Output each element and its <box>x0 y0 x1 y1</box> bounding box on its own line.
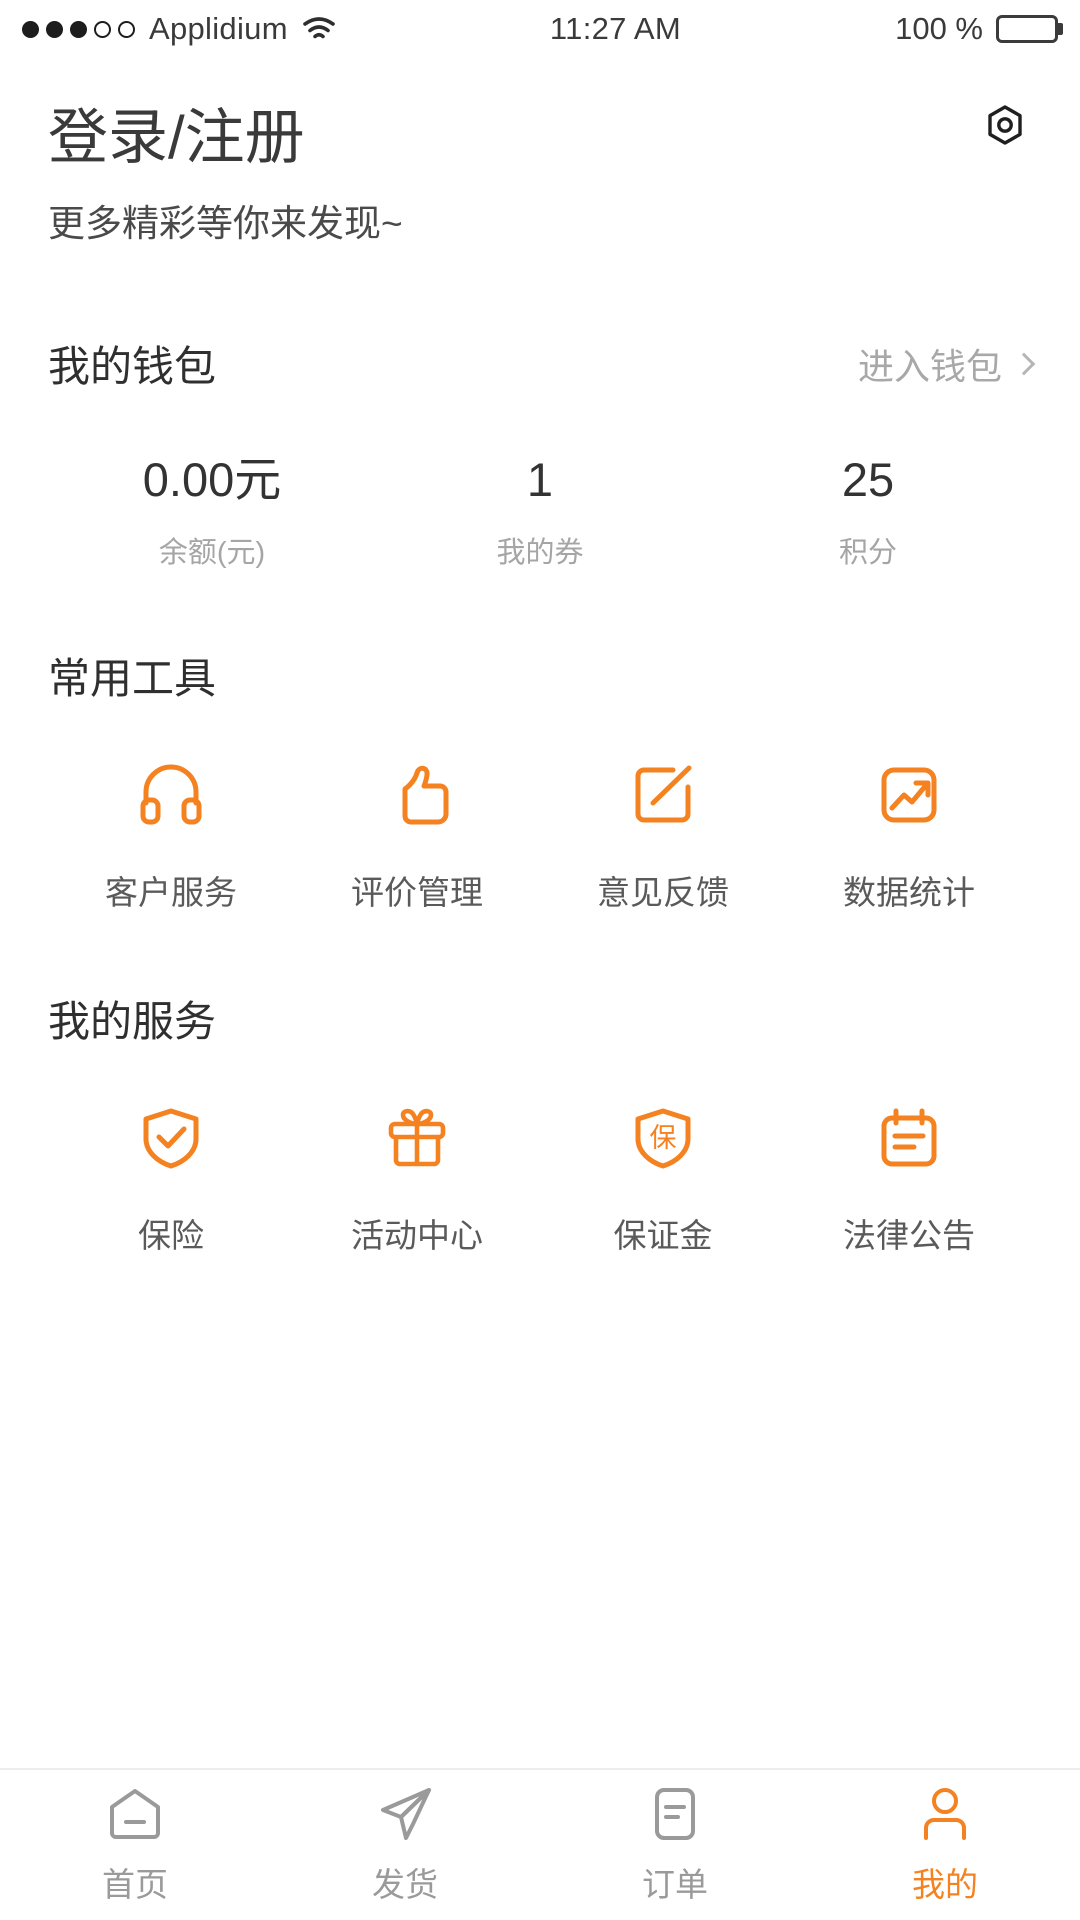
stat-label: 积分 <box>838 537 897 570</box>
trend-chart-icon <box>866 752 952 838</box>
signal-dot <box>70 20 87 38</box>
tool-item-review-management[interactable]: 评价管理 <box>294 752 540 914</box>
tool-item-feedback[interactable]: 意见反馈 <box>540 752 786 914</box>
page-title[interactable]: 登录/注册 <box>48 104 1032 171</box>
shield-bao-icon: 保 <box>620 1095 706 1181</box>
page-subtitle: 更多精彩等你来发现~ <box>48 203 403 245</box>
signal-dot <box>118 20 135 38</box>
battery-full-icon <box>996 15 1063 43</box>
status-bar-right: 100 % <box>895 11 1063 47</box>
svg-text:保: 保 <box>650 1123 677 1153</box>
battery-percent: 100 % <box>895 11 983 46</box>
signal-dot <box>46 20 63 38</box>
wallet-stat-balance[interactable]: 0.00元 余额(元) <box>48 456 376 571</box>
settings-hex-icon[interactable] <box>976 96 1034 154</box>
tools-grid: 客户服务 评价管理 意见反馈 数据统计 <box>48 752 1032 914</box>
tab-label: 发货 <box>372 1866 438 1903</box>
user-icon <box>915 1784 975 1844</box>
services-title: 我的服务 <box>48 998 217 1046</box>
service-label: 保证金 <box>613 1217 713 1255</box>
wallet-stats: 0.00元 余额(元) 1 我的券 25 积分 <box>48 456 1032 571</box>
wallet-header: 我的钱包 进入钱包 <box>48 333 1036 394</box>
tool-item-data-statistics[interactable]: 数据统计 <box>786 752 1032 914</box>
signal-strength-dots <box>22 20 135 38</box>
tab-home[interactable]: 首页 <box>0 1784 270 1906</box>
tool-label: 评价管理 <box>351 874 483 912</box>
services-grid: 保险 活动中心 保 保证金 法律公告 <box>48 1095 1032 1257</box>
stat-value: 25 <box>841 453 895 507</box>
profile-screen: Applidium 11:27 AM 100 % 登录/注册 更多精彩等你来发现… <box>0 0 1080 1920</box>
service-label: 保险 <box>138 1217 204 1255</box>
signal-dot <box>22 20 39 38</box>
tab-mine[interactable]: 我的 <box>810 1784 1080 1906</box>
tool-item-customer-service[interactable]: 客户服务 <box>48 752 294 914</box>
paper-plane-icon <box>375 1784 435 1844</box>
clock: 11:27 AM <box>549 11 681 46</box>
wallet-stat-coupons[interactable]: 1 我的券 <box>376 456 704 571</box>
tab-label: 订单 <box>642 1866 708 1903</box>
wifi-icon <box>302 16 336 42</box>
service-item-activity-center[interactable]: 活动中心 <box>294 1095 540 1257</box>
tools-section: 常用工具 客户服务 评价管理 意见反馈 数据统计 <box>0 645 1080 914</box>
tab-label: 我的 <box>912 1866 978 1903</box>
service-item-deposit[interactable]: 保 保证金 <box>540 1095 786 1257</box>
stat-value: 1 <box>526 453 554 507</box>
enter-wallet-button[interactable]: 进入钱包 <box>857 338 1036 390</box>
service-label: 法律公告 <box>843 1217 975 1255</box>
order-doc-icon <box>645 1784 705 1844</box>
signal-dot <box>94 20 111 38</box>
tab-shipping[interactable]: 发货 <box>270 1784 540 1906</box>
home-icon <box>105 1784 165 1844</box>
bottom-tab-bar: 首页 发货 订单 我的 <box>0 1768 1080 1920</box>
service-label: 活动中心 <box>351 1217 483 1255</box>
wallet-title: 我的钱包 <box>48 343 217 391</box>
status-bar: Applidium 11:27 AM 100 % <box>0 0 1080 58</box>
tool-label: 意见反馈 <box>597 874 729 912</box>
tool-label: 数据统计 <box>843 874 975 912</box>
service-item-legal-notice[interactable]: 法律公告 <box>786 1095 1032 1257</box>
stat-value: 0.00元 <box>142 453 282 507</box>
headphones-icon <box>128 752 214 838</box>
stat-label: 我的券 <box>496 537 584 570</box>
carrier-name: Applidium <box>149 11 288 46</box>
edit-square-icon <box>620 752 706 838</box>
services-section: 我的服务 保险 活动中心 保 保证金 法律公告 <box>0 988 1080 1257</box>
service-item-insurance[interactable]: 保险 <box>48 1095 294 1257</box>
wallet-stat-points[interactable]: 25 积分 <box>704 456 1032 571</box>
thumbs-up-icon <box>374 752 460 838</box>
header: 登录/注册 更多精彩等你来发现~ <box>0 58 1080 247</box>
status-bar-center: 11:27 AM <box>336 11 895 47</box>
notice-board-icon <box>866 1095 952 1181</box>
tool-label: 客户服务 <box>105 874 237 912</box>
status-bar-left: Applidium <box>22 11 336 47</box>
enter-wallet-label: 进入钱包 <box>857 345 1002 387</box>
tab-label: 首页 <box>102 1866 168 1903</box>
chevron-right-icon <box>1012 352 1036 376</box>
shield-check-icon <box>128 1095 214 1181</box>
tab-orders[interactable]: 订单 <box>540 1784 810 1906</box>
tools-title: 常用工具 <box>48 655 217 703</box>
stat-label: 余额(元) <box>158 537 266 570</box>
gift-icon <box>374 1095 460 1181</box>
wallet-section: 我的钱包 进入钱包 0.00元 余额(元) 1 我的券 25 积分 <box>0 333 1080 571</box>
